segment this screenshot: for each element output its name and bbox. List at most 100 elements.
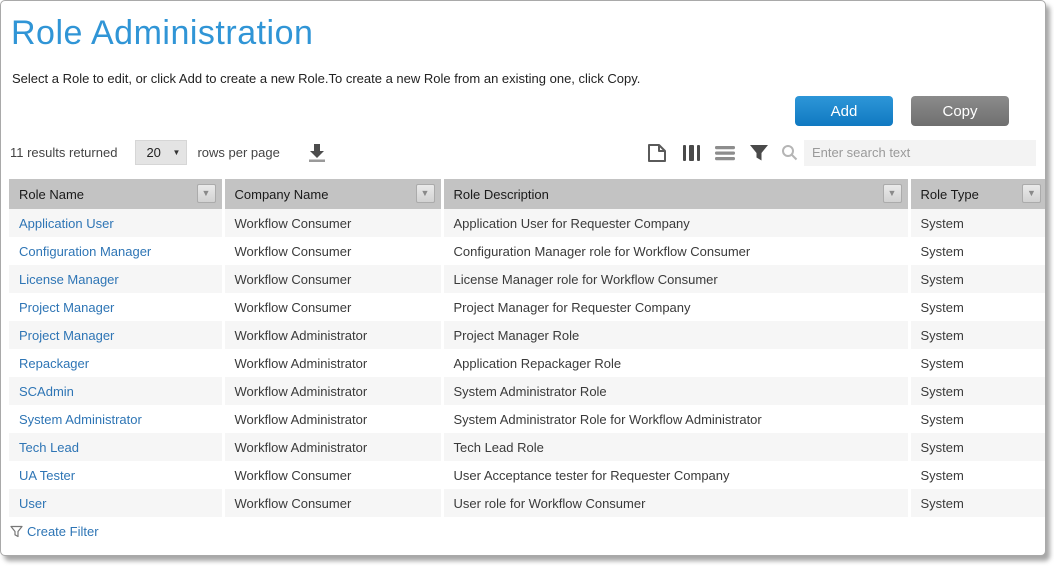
table-row[interactable]: Configuration Manager Workflow Consumer … bbox=[9, 237, 1046, 265]
role-name-cell: Project Manager bbox=[9, 293, 223, 321]
role-name-link[interactable]: User bbox=[19, 496, 46, 511]
role-description-cell: Project Manager for Requester Company bbox=[442, 293, 909, 321]
company-name-cell: Workflow Administrator bbox=[223, 433, 442, 461]
company-name-cell: Workflow Consumer bbox=[223, 293, 442, 321]
column-filter-dropdown[interactable]: ▼ bbox=[416, 184, 435, 203]
role-name-cell: Application User bbox=[9, 209, 223, 237]
grid-toolbar: 11 results returned 20 ▼ rows per page bbox=[1, 139, 1045, 166]
role-type-cell: System bbox=[909, 321, 1046, 349]
column-header-company-name[interactable]: Company Name ▼ bbox=[223, 179, 442, 209]
company-name-cell: Workflow Consumer bbox=[223, 209, 442, 237]
table-row[interactable]: Repackager Workflow Administrator Applic… bbox=[9, 349, 1046, 377]
table-row[interactable]: Project Manager Workflow Consumer Projec… bbox=[9, 293, 1046, 321]
company-name-cell: Workflow Administrator bbox=[223, 321, 442, 349]
table-body: Application User Workflow Consumer Appli… bbox=[9, 209, 1046, 517]
role-type-cell: System bbox=[909, 433, 1046, 461]
role-description-cell: Application User for Requester Company bbox=[442, 209, 909, 237]
role-description-cell: User role for Workflow Consumer bbox=[442, 489, 909, 517]
company-name-cell: Workflow Administrator bbox=[223, 405, 442, 433]
role-name-cell: SCAdmin bbox=[9, 377, 223, 405]
column-header-role-description[interactable]: Role Description ▼ bbox=[442, 179, 909, 209]
role-name-link[interactable]: SCAdmin bbox=[19, 384, 74, 399]
column-header-role-name[interactable]: Role Name ▼ bbox=[9, 179, 223, 209]
company-name-cell: Workflow Administrator bbox=[223, 377, 442, 405]
role-name-link[interactable]: Project Manager bbox=[19, 300, 114, 315]
results-count: 11 results returned bbox=[10, 145, 117, 160]
role-type-cell: System bbox=[909, 293, 1046, 321]
role-description-cell: Project Manager Role bbox=[442, 321, 909, 349]
role-description-cell: Tech Lead Role bbox=[442, 433, 909, 461]
role-type-cell: System bbox=[909, 237, 1046, 265]
role-description-cell: System Administrator Role bbox=[442, 377, 909, 405]
search-input[interactable] bbox=[804, 140, 1036, 166]
company-name-cell: Workflow Consumer bbox=[223, 489, 442, 517]
action-buttons-row: Add Copy bbox=[1, 96, 1045, 126]
column-label: Role Description bbox=[454, 187, 549, 202]
table-row[interactable]: User Workflow Consumer User role for Wor… bbox=[9, 489, 1046, 517]
create-filter-label: Create Filter bbox=[27, 524, 99, 539]
table-row[interactable]: SCAdmin Workflow Administrator System Ad… bbox=[9, 377, 1046, 405]
column-label: Role Name bbox=[19, 187, 84, 202]
table-header: Role Name ▼ Company Name ▼ Role Descript… bbox=[9, 179, 1046, 209]
role-name-cell: Tech Lead bbox=[9, 433, 223, 461]
table-row[interactable]: Project Manager Workflow Administrator P… bbox=[9, 321, 1046, 349]
role-type-cell: System bbox=[909, 377, 1046, 405]
role-type-cell: System bbox=[909, 405, 1046, 433]
role-name-cell: Repackager bbox=[9, 349, 223, 377]
role-administration-page: Role Administration Select a Role to edi… bbox=[0, 0, 1046, 556]
role-description-cell: Application Repackager Role bbox=[442, 349, 909, 377]
chevron-down-icon: ▼ bbox=[888, 189, 897, 198]
role-name-cell: License Manager bbox=[9, 265, 223, 293]
column-filter-dropdown[interactable]: ▼ bbox=[1022, 184, 1041, 203]
page-subtitle: Select a Role to edit, or click Add to c… bbox=[12, 71, 1045, 86]
search-box bbox=[781, 140, 1036, 166]
search-icon bbox=[781, 144, 798, 161]
chevron-down-icon: ▼ bbox=[421, 189, 430, 198]
table-row[interactable]: UA Tester Workflow Consumer User Accepta… bbox=[9, 461, 1046, 489]
role-name-link[interactable]: License Manager bbox=[19, 272, 119, 287]
filter-icon[interactable] bbox=[749, 143, 769, 163]
screenshot-canvas: Role Administration Select a Role to edi… bbox=[0, 0, 1054, 567]
column-label: Role Type bbox=[921, 187, 979, 202]
column-filter-dropdown[interactable]: ▼ bbox=[197, 184, 216, 203]
role-type-cell: System bbox=[909, 461, 1046, 489]
role-name-link[interactable]: Repackager bbox=[19, 356, 89, 371]
company-name-cell: Workflow Consumer bbox=[223, 237, 442, 265]
columns-icon[interactable] bbox=[681, 143, 701, 163]
rows-per-page-select[interactable]: 20 ▼ bbox=[135, 140, 187, 165]
column-filter-dropdown[interactable]: ▼ bbox=[883, 184, 902, 203]
create-filter-link[interactable]: Create Filter bbox=[10, 517, 1045, 545]
table-row[interactable]: Tech Lead Workflow Administrator Tech Le… bbox=[9, 433, 1046, 461]
new-page-icon[interactable] bbox=[646, 143, 668, 163]
role-name-link[interactable]: UA Tester bbox=[19, 468, 75, 483]
role-type-cell: System bbox=[909, 265, 1046, 293]
role-type-cell: System bbox=[909, 349, 1046, 377]
add-button[interactable]: Add bbox=[795, 96, 893, 126]
company-name-cell: Workflow Administrator bbox=[223, 349, 442, 377]
table-row[interactable]: License Manager Workflow Consumer Licens… bbox=[9, 265, 1046, 293]
role-name-link[interactable]: Configuration Manager bbox=[19, 244, 151, 259]
rows-icon[interactable] bbox=[714, 143, 736, 163]
download-icon[interactable] bbox=[306, 143, 328, 163]
table-row[interactable]: Application User Workflow Consumer Appli… bbox=[9, 209, 1046, 237]
roles-table: Role Name ▼ Company Name ▼ Role Descript… bbox=[9, 179, 1046, 517]
rows-per-page-value: 20 bbox=[146, 145, 160, 160]
role-name-cell: User bbox=[9, 489, 223, 517]
role-name-link[interactable]: Tech Lead bbox=[19, 440, 79, 455]
role-type-cell: System bbox=[909, 209, 1046, 237]
column-header-role-type[interactable]: Role Type ▼ bbox=[909, 179, 1046, 209]
toolbar-left: 11 results returned 20 ▼ rows per page bbox=[10, 140, 328, 165]
column-label: Company Name bbox=[235, 187, 329, 202]
role-name-link[interactable]: Application User bbox=[19, 216, 114, 231]
role-name-cell: Configuration Manager bbox=[9, 237, 223, 265]
page-title: Role Administration bbox=[11, 11, 1045, 55]
role-name-link[interactable]: System Administrator bbox=[19, 412, 142, 427]
role-description-cell: License Manager role for Workflow Consum… bbox=[442, 265, 909, 293]
role-name-link[interactable]: Project Manager bbox=[19, 328, 114, 343]
toolbar-right bbox=[646, 140, 1036, 166]
table-row[interactable]: System Administrator Workflow Administra… bbox=[9, 405, 1046, 433]
chevron-down-icon: ▼ bbox=[173, 148, 181, 157]
copy-button[interactable]: Copy bbox=[911, 96, 1009, 126]
company-name-cell: Workflow Consumer bbox=[223, 265, 442, 293]
chevron-down-icon: ▼ bbox=[1027, 189, 1036, 198]
